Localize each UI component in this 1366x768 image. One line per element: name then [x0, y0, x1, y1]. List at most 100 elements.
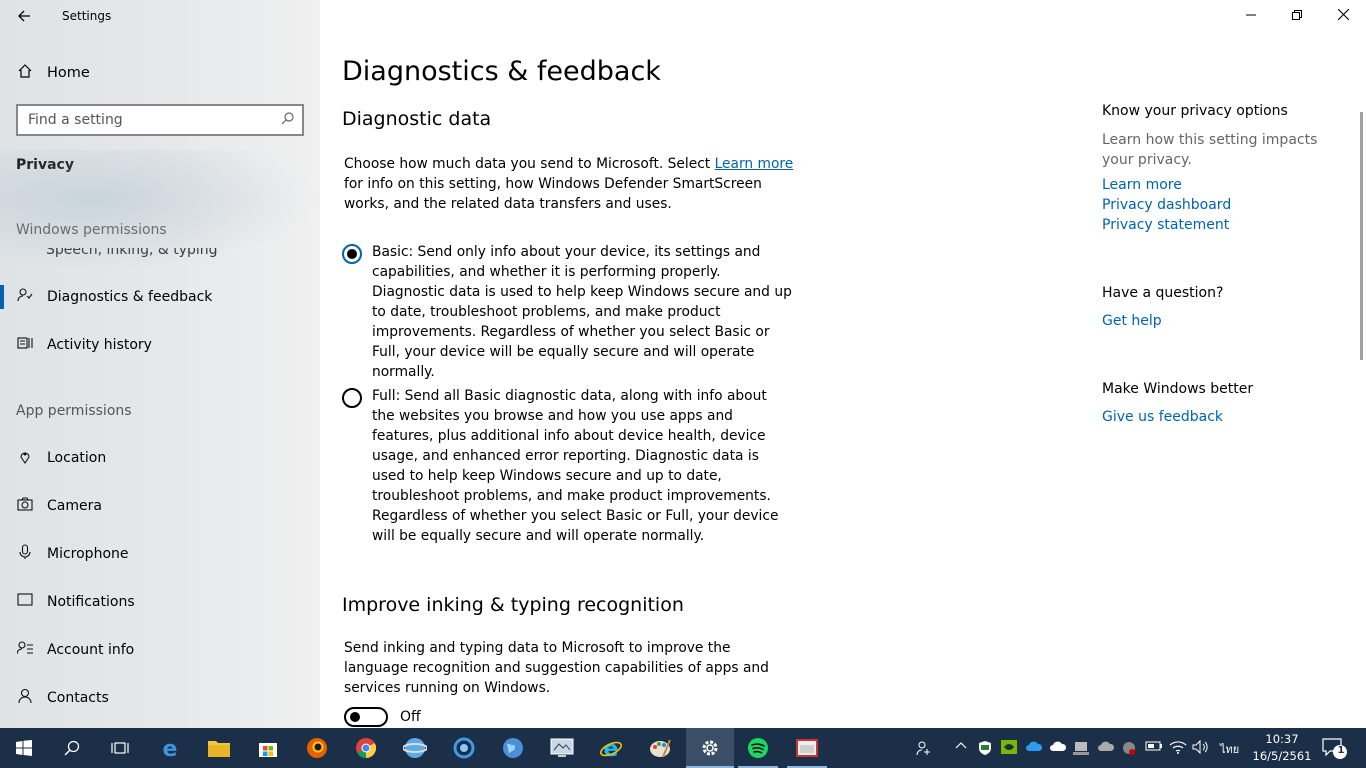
taskbar-store[interactable]	[244, 728, 292, 768]
give-feedback-link[interactable]: Give us feedback	[1102, 409, 1223, 425]
chrome-icon	[356, 738, 377, 759]
inking-toggle-row[interactable]: Off	[344, 707, 421, 727]
search-icon[interactable]	[272, 111, 302, 129]
cloud-gray-icon[interactable]	[1097, 740, 1115, 756]
taskbar-edge[interactable]: e	[146, 728, 194, 768]
sidebar-item-home[interactable]: Home	[0, 56, 320, 90]
diagnostic-intro: Choose how much data you send to Microso…	[344, 154, 794, 214]
radio-button-basic[interactable]	[342, 244, 362, 264]
make-windows-better-title: Make Windows better	[1102, 381, 1254, 397]
restore-button[interactable]	[1274, 0, 1320, 32]
paint-icon	[650, 739, 671, 758]
sidebar-item-account-info[interactable]: Account info	[0, 630, 320, 670]
taskbar-firefox[interactable]	[293, 728, 341, 768]
taskbar-app-earth[interactable]	[489, 728, 537, 768]
notification-count: 1	[1337, 745, 1345, 756]
search-taskbar-button[interactable]	[48, 728, 96, 768]
clock-time: 10:37	[1265, 732, 1299, 746]
volume-icon[interactable]	[1192, 739, 1208, 756]
sidebar-item-label: Activity history	[47, 337, 152, 353]
sidebar: Settings Home Privacy Windows permission…	[0, 0, 320, 728]
taskbar: e e ไทย 10:37 16/5/2561 1	[0, 728, 1366, 768]
radio-button-full[interactable]	[342, 388, 362, 408]
internet-explorer-icon: e	[600, 737, 622, 759]
gear-icon	[702, 740, 718, 756]
onedrive-icon[interactable]	[1025, 740, 1043, 756]
main-content: Diagnostics & feedback Diagnostic data C…	[320, 0, 1366, 728]
contacts-icon	[16, 688, 34, 708]
page-title: Diagnostics & feedback	[342, 56, 661, 87]
search-input[interactable]	[18, 107, 272, 133]
account-info-icon	[16, 640, 34, 660]
sync-app-icon	[453, 737, 475, 759]
device-icon[interactable]	[1073, 740, 1089, 756]
security-status-icon[interactable]	[1121, 740, 1137, 756]
chevron-up-icon[interactable]	[953, 740, 969, 756]
battery-icon[interactable]	[1145, 740, 1162, 756]
back-arrow-icon	[18, 10, 30, 22]
taskbar-app-globe[interactable]	[391, 728, 439, 768]
privacy-options-title: Know your privacy options	[1102, 103, 1288, 119]
radio-option-basic[interactable]: Basic: Send only info about your device,…	[342, 244, 792, 382]
learn-more-side-link[interactable]: Learn more	[1102, 177, 1182, 193]
question-title: Have a question?	[1102, 285, 1224, 301]
sidebar-item-microphone[interactable]: Microphone	[0, 534, 320, 574]
action-center-button[interactable]: 1	[1322, 736, 1348, 760]
taskbar-app-monitor[interactable]	[538, 728, 586, 768]
taskbar-paint[interactable]	[636, 728, 684, 768]
svg-text:e: e	[163, 737, 178, 759]
taskbar-chrome[interactable]	[342, 728, 390, 768]
sidebar-item-notifications[interactable]: Notifications	[0, 582, 320, 622]
home-icon	[16, 63, 34, 83]
search-icon	[64, 740, 80, 756]
task-view-button[interactable]	[96, 728, 144, 768]
shield-icon[interactable]	[977, 740, 993, 756]
inking-heading: Improve inking & typing recognition	[342, 594, 684, 616]
sidebar-item-diagnostics[interactable]: Diagnostics & feedback	[0, 277, 320, 317]
people-icon[interactable]	[916, 740, 932, 756]
privacy-dashboard-link[interactable]: Privacy dashboard	[1102, 197, 1231, 213]
get-help-link[interactable]: Get help	[1102, 313, 1162, 329]
cloud-icon[interactable]	[1049, 740, 1067, 756]
taskbar-spotify[interactable]	[734, 728, 782, 768]
taskbar-app-blue[interactable]	[440, 728, 488, 768]
sidebar-item-speech-partial[interactable]: Speech, inking, & typing	[46, 248, 218, 258]
search-box[interactable]	[16, 104, 304, 136]
inking-toggle[interactable]	[344, 707, 388, 727]
sidebar-item-camera[interactable]: Camera	[0, 486, 320, 526]
sidebar-item-contacts[interactable]: Contacts	[0, 678, 320, 718]
app-permissions-header: App permissions	[16, 403, 132, 419]
intro-text-2: for info on this setting, how Windows De…	[344, 176, 762, 212]
notifications-icon	[16, 592, 34, 612]
sidebar-item-label: Microphone	[47, 546, 129, 562]
scrollbar[interactable]	[1360, 112, 1363, 360]
sidebar-item-activity-history[interactable]: Activity history	[0, 325, 320, 365]
globe-app-icon	[403, 738, 427, 758]
back-button[interactable]	[8, 4, 40, 28]
taskbar-file-explorer[interactable]	[195, 728, 243, 768]
windows-logo-icon	[16, 740, 32, 756]
task-view-icon	[111, 742, 129, 754]
input-language[interactable]: ไทย	[1220, 740, 1239, 758]
close-button[interactable]	[1320, 0, 1366, 32]
taskbar-internet-explorer[interactable]: e	[587, 728, 635, 768]
clock[interactable]: 10:37 16/5/2561	[1252, 731, 1312, 765]
diagnostics-icon	[16, 287, 34, 307]
minimize-button[interactable]	[1228, 0, 1274, 32]
wifi-icon[interactable]	[1169, 740, 1187, 756]
sidebar-item-label: Contacts	[47, 690, 109, 706]
start-button[interactable]	[0, 728, 48, 768]
nvidia-icon[interactable]	[1001, 740, 1017, 756]
intro-text: Choose how much data you send to Microso…	[344, 156, 715, 172]
sidebar-item-location[interactable]: Location	[0, 438, 320, 478]
window-app-icon	[796, 739, 818, 757]
windows-permissions-header: Windows permissions	[16, 222, 167, 238]
earth-icon	[503, 738, 523, 758]
taskbar-app-red[interactable]	[783, 728, 831, 768]
taskbar-settings[interactable]	[686, 728, 734, 768]
camera-icon	[16, 496, 34, 516]
sidebar-item-label: Diagnostics & feedback	[47, 289, 213, 305]
radio-option-full[interactable]: Full: Send all Basic diagnostic data, al…	[342, 388, 792, 546]
learn-more-link[interactable]: Learn more	[715, 156, 794, 172]
privacy-statement-link[interactable]: Privacy statement	[1102, 217, 1229, 233]
